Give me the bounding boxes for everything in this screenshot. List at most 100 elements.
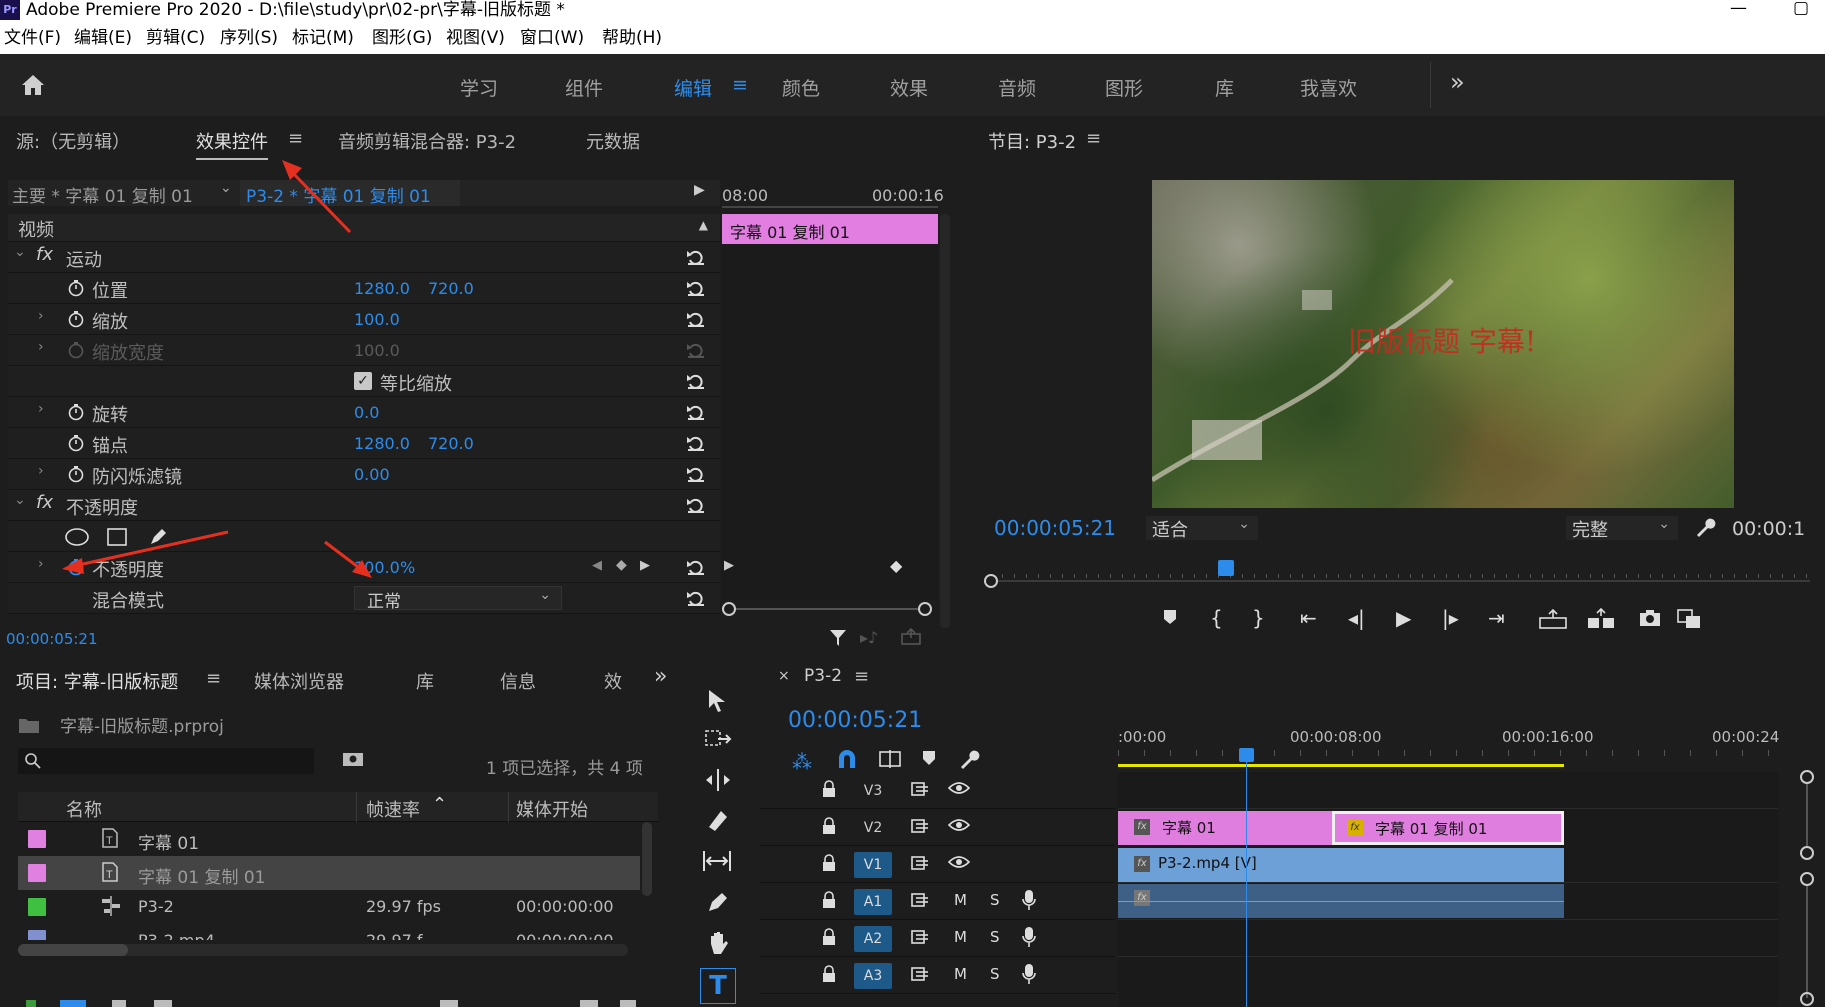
zoom-handle-left[interactable] [722,602,736,616]
playhead-handle[interactable] [1239,748,1254,762]
workspace-more-button[interactable]: » [1450,68,1465,96]
mark-out-icon[interactable]: } [1252,606,1265,630]
hand-tool-icon[interactable] [706,930,730,956]
audio-only-icon[interactable]: ▸♪ [860,628,878,647]
tab-sequence[interactable]: P3-2 [804,666,842,686]
export-frame-icon[interactable] [1638,608,1662,628]
linked-selection-icon[interactable] [878,748,902,770]
title-copy-clip[interactable]: fx 字幕 01 复制 01 [1332,811,1564,845]
extract-icon[interactable] [1586,608,1616,630]
effect-controls-timecode[interactable]: 00:00:05:21 [6,630,98,648]
wrench-icon[interactable] [1694,516,1716,538]
program-playhead[interactable] [1218,560,1235,576]
workspace-favorites[interactable]: 我喜欢 [1300,74,1357,101]
tab-effects[interactable]: 效 [604,668,622,694]
label-color-swatch[interactable] [28,898,46,916]
lock-icon[interactable] [822,780,836,798]
project-list-item[interactable]: P3-2 29.97 fps 00:00:00:00 [18,890,640,924]
track-label[interactable]: V3 [854,778,892,804]
label-color-swatch[interactable] [28,930,46,940]
sync-lock-icon[interactable] [910,854,930,872]
sort-up-icon[interactable]: ⌃ [432,794,447,815]
go-to-out-icon[interactable]: ⇥ [1488,606,1505,630]
project-list-vscroll[interactable] [642,822,652,896]
add-marker-icon[interactable] [1162,608,1178,626]
lock-icon[interactable] [822,965,836,983]
timeline-timecode[interactable]: 00:00:05:21 [788,708,922,733]
panel-menu-icon[interactable]: ≡ [1086,128,1101,149]
tab-project[interactable]: 项目: 字幕-旧版标题 [16,668,178,694]
project-search-input[interactable] [18,748,314,774]
project-list-item-selected[interactable]: T 字幕 01 复制 01 [18,856,640,890]
zoom-handle-right[interactable] [918,602,932,616]
lock-icon[interactable] [822,817,836,835]
eye-icon[interactable] [948,780,970,796]
track-label[interactable]: A2 [854,926,892,952]
hscroll-thumb[interactable] [18,944,128,956]
freeform-view-icon[interactable] [154,1000,172,1007]
mute-button[interactable]: M [954,928,967,946]
go-to-in-icon[interactable]: ⇤ [1300,606,1317,630]
ripple-edit-tool-icon[interactable] [704,768,732,792]
track-select-tool-icon[interactable] [704,728,732,750]
video-clip[interactable]: fx P3-2.mp4 [V] [1118,848,1564,882]
lock-icon[interactable] [822,928,836,946]
panel-menu-icon[interactable]: ≡ [206,668,221,689]
scroll-handle[interactable] [1800,992,1814,1006]
work-area-bar[interactable] [1118,764,1564,767]
pen-tool-icon[interactable] [706,890,730,914]
project-list-item[interactable]: T 字幕 01 [18,822,640,856]
scroll-handle[interactable] [1800,872,1814,886]
minimize-button[interactable]: — [1730,0,1747,18]
mute-button[interactable]: M [954,965,967,983]
program-timecode[interactable]: 00:00:05:21 [994,516,1116,540]
project-list-item[interactable]: P3-2.mp4 29.97 f 00:00:00:00 [18,924,640,940]
find-icon[interactable] [342,750,364,768]
play-button[interactable]: ▶ [1396,606,1411,630]
video-frame[interactable]: 旧版标题 字幕! [1152,180,1734,508]
track-label[interactable]: A1 [854,889,892,915]
wrench-icon[interactable] [958,748,980,770]
column-framerate[interactable]: 帧速率 [366,796,420,822]
track-label[interactable]: A3 [854,963,892,989]
step-forward-icon[interactable]: |▸ [1442,606,1459,630]
lock-icon[interactable] [822,891,836,909]
mini-zoom-scrollbar[interactable] [722,602,932,616]
lock-icon[interactable] [822,854,836,872]
track-label[interactable]: V1 [854,852,892,878]
project-list-hscroll[interactable] [18,944,628,956]
audio-tracks-vscroll[interactable] [1800,872,1814,1007]
solo-button[interactable]: S [990,965,1000,983]
razor-tool-icon[interactable] [706,808,730,832]
fit-dropdown[interactable]: 适合 ⌄ [1146,516,1258,541]
more-tabs-button[interactable]: » [654,664,667,689]
workspace-libraries[interactable]: 库 [1215,74,1234,101]
new-bin-icon[interactable] [440,1000,458,1007]
tab-media-browser[interactable]: 媒体浏览器 [254,668,344,694]
sync-lock-icon[interactable] [910,891,930,909]
quality-dropdown[interactable]: 完整 ⌄ [1566,516,1678,541]
mark-in-icon[interactable]: { [1210,606,1223,630]
nest-toggle-icon[interactable]: ⁂ [792,750,812,774]
track-label[interactable]: V2 [854,815,892,841]
export-icon[interactable] [900,628,922,646]
title-clip[interactable]: fx 字幕 01 [1118,811,1332,845]
icon-view-icon[interactable] [112,1000,126,1007]
timeline-playhead[interactable] [1239,748,1254,1007]
label-color-swatch[interactable] [28,830,46,848]
scrubber-start-handle[interactable] [984,574,998,588]
selection-tool-icon[interactable] [706,688,728,714]
workspace-graphics[interactable]: 图形 [1105,74,1143,101]
scroll-handle[interactable] [1800,846,1814,860]
add-marker-icon[interactable] [922,750,936,766]
sync-lock-icon[interactable] [910,780,930,798]
microphone-icon[interactable] [1022,963,1036,985]
maximize-button[interactable]: ▢ [1793,0,1809,18]
solo-button[interactable]: S [990,891,1000,909]
comparison-view-icon[interactable] [1676,608,1702,630]
trash-icon[interactable] [620,1000,636,1007]
eye-icon[interactable] [948,817,970,833]
column-name[interactable]: 名称 [66,796,102,822]
sync-lock-icon[interactable] [910,817,930,835]
step-back-icon[interactable]: ◂| [1348,606,1365,630]
